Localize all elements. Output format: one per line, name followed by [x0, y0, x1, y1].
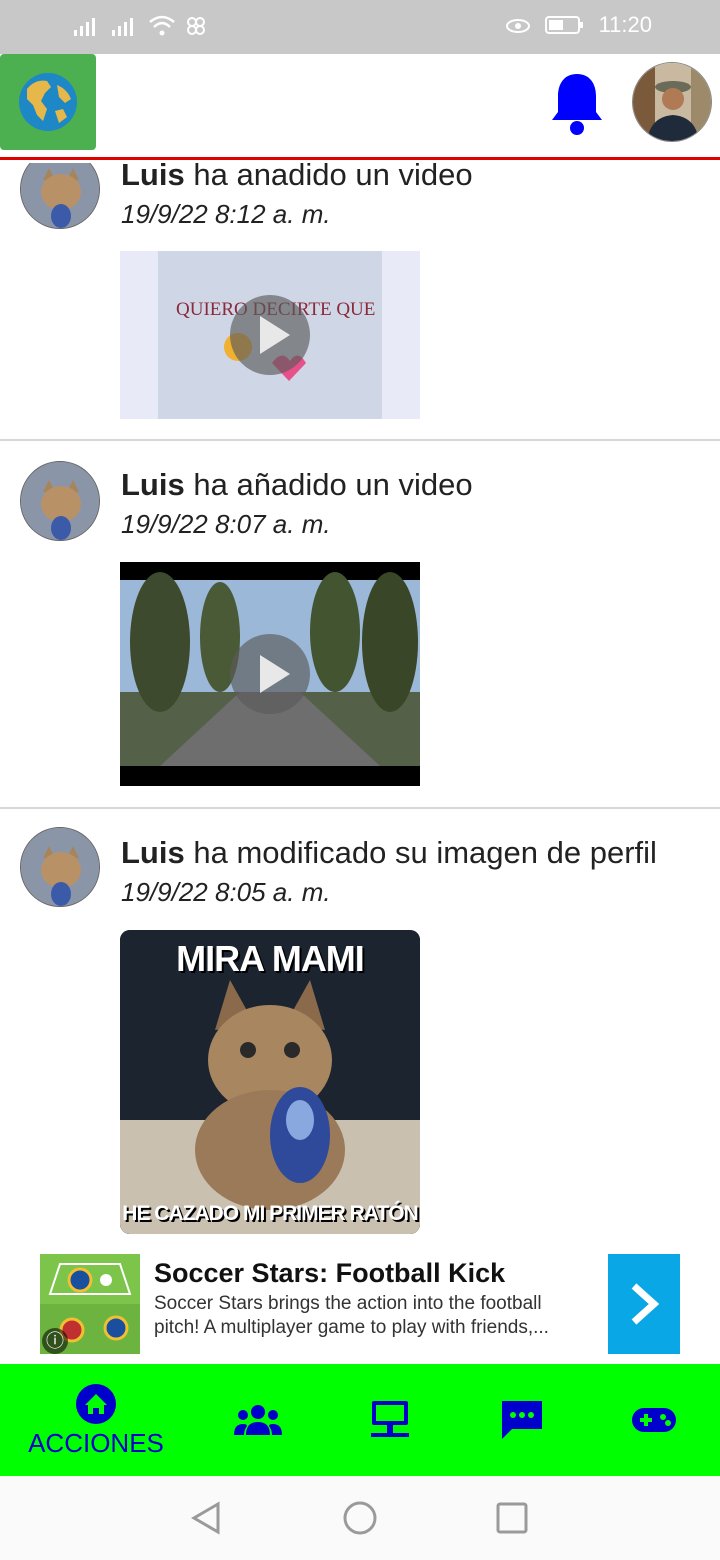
post-date: 19/9/22 8:07 a. m.: [121, 509, 331, 539]
eye-icon: [505, 19, 530, 33]
gamepad-icon: [632, 1408, 676, 1432]
wifi-icon: [149, 15, 175, 36]
activity-feed: Luis ha anadido un video 19/9/22 8:12 a.…: [0, 163, 720, 1363]
group-icon: [234, 1405, 282, 1435]
play-icon[interactable]: [230, 634, 310, 714]
status-bar: 11:20: [0, 0, 720, 54]
kitten-avatar: [21, 163, 99, 228]
chevron-right-icon: [631, 1283, 660, 1325]
profile-image-post[interactable]: MIRA MAMI HE CAZADO MI PRIMER RATÓN: [120, 930, 420, 1234]
status-time: 11:20: [598, 12, 652, 37]
bell-icon: [552, 74, 602, 135]
ad-open-button[interactable]: [608, 1254, 680, 1354]
nav-item-chat[interactable]: [486, 1364, 558, 1476]
post-action: ha anadido un video: [193, 163, 473, 192]
profile-avatar[interactable]: [632, 62, 712, 142]
post-user[interactable]: Luis: [121, 467, 185, 502]
ad-description: Soccer Stars brings the action into the …: [154, 1293, 549, 1338]
nav-item-network[interactable]: [354, 1364, 426, 1476]
post-text: Luis ha anadido un video: [121, 163, 473, 193]
ad-title[interactable]: Soccer Stars: Football Kick: [154, 1258, 505, 1289]
video-thumbnail[interactable]: QUIERO DECIRTE QUE: [120, 251, 420, 419]
post-avatar[interactable]: [20, 163, 100, 229]
post-action: ha añadido un video: [193, 467, 473, 502]
kitten-avatar: [21, 828, 99, 906]
post-date: 19/9/22 8:05 a. m.: [121, 877, 331, 907]
video-thumbnail[interactable]: [120, 562, 420, 786]
signal-icon: [112, 18, 133, 36]
fan-icon: [187, 17, 205, 35]
notifications-button[interactable]: [548, 70, 606, 136]
bottom-nav: ACCIONES: [0, 1364, 720, 1476]
app-header: [0, 54, 720, 160]
status-icons-left: [72, 14, 208, 38]
recents-icon[interactable]: [494, 1500, 530, 1536]
nav-item-groups[interactable]: [222, 1364, 294, 1476]
chat-icon: [502, 1401, 542, 1439]
post-text: Luis ha añadido un video: [121, 467, 473, 503]
nav-item-acciones[interactable]: ACCIONES: [28, 1364, 164, 1476]
avatar-photo: [633, 63, 711, 141]
globe-button[interactable]: [0, 54, 96, 150]
post-text: Luis ha modificado su imagen de perfil: [121, 835, 657, 871]
post-action: ha modificado su imagen de perfil: [193, 835, 657, 870]
meme-top-text: MIRA MAMI: [176, 938, 365, 979]
ad-banner[interactable]: ⓘ Soccer Stars: Football Kick Soccer Sta…: [40, 1254, 680, 1354]
home-circle-icon[interactable]: [342, 1500, 378, 1536]
kitten-avatar: [21, 462, 99, 540]
globe-icon: [19, 73, 77, 131]
post-avatar[interactable]: [20, 827, 100, 907]
back-icon[interactable]: [188, 1500, 224, 1536]
network-icon: [371, 1401, 409, 1437]
post-user[interactable]: Luis: [121, 163, 185, 192]
home-icon: [76, 1383, 116, 1424]
system-nav-bar: [0, 1476, 720, 1560]
ad-image[interactable]: ⓘ: [40, 1254, 140, 1354]
post-date: 19/9/22 8:12 a. m.: [121, 199, 331, 229]
post-divider: [0, 807, 720, 809]
post-divider: [0, 439, 720, 441]
post-avatar[interactable]: [20, 461, 100, 541]
nav-item-games[interactable]: [618, 1364, 690, 1476]
info-icon[interactable]: ⓘ: [42, 1328, 68, 1354]
nav-label-acciones: ACCIONES: [28, 1427, 164, 1458]
play-icon[interactable]: [230, 295, 310, 375]
meme-bottom-text: HE CAZADO MI PRIMER RATÓN: [122, 1202, 418, 1225]
post-user[interactable]: Luis: [121, 835, 185, 870]
battery-icon: [544, 16, 583, 34]
status-icons-right: 11:20: [505, 12, 652, 38]
signal-icon: [74, 18, 95, 36]
